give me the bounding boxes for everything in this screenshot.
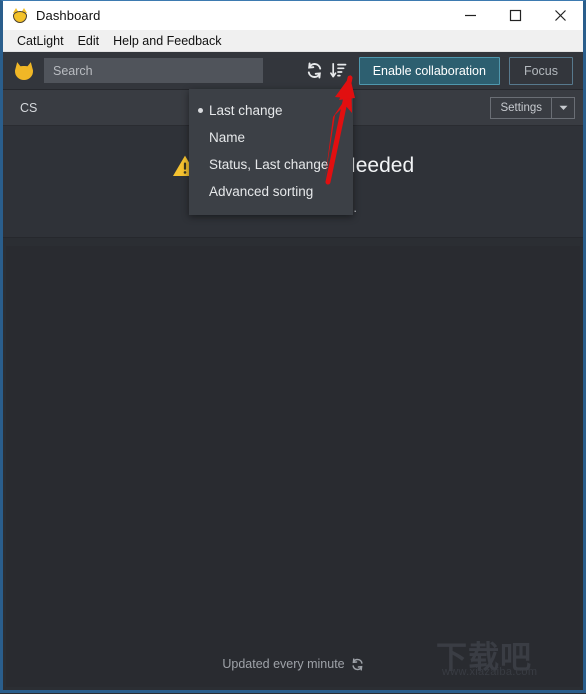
menu-item-help-and-feedback[interactable]: Help and Feedback [106, 32, 228, 50]
sort-menu-item-label: Last change [209, 103, 283, 118]
close-icon[interactable] [538, 1, 583, 30]
search-input[interactable] [44, 58, 263, 83]
menu-item-edit[interactable]: Edit [71, 32, 107, 50]
title-bar: Dashboard [3, 1, 583, 30]
sort-menu-item-advanced-sorting[interactable]: Advanced sorting [189, 178, 353, 205]
sort-menu-item-label: Name [209, 130, 246, 145]
refresh-icon[interactable] [351, 657, 364, 671]
sort-menu-item-name[interactable]: Name [189, 124, 353, 151]
sort-menu-item-label: Advanced sorting [209, 184, 314, 199]
footer-text: Updated every minute [222, 657, 345, 671]
settings-split-button: Settings [490, 96, 575, 119]
toolbar: Enable collaboration Focus [3, 52, 583, 90]
settings-button[interactable]: Settings [490, 96, 551, 119]
menu-bar: CatLight Edit Help and Feedback [3, 30, 583, 52]
dashboard-body: Updated every minute 下载吧 www.xiazaiba.co… [6, 246, 580, 687]
status-footer: Updated every minute [6, 657, 580, 671]
sort-menu-item-last-change[interactable]: Last change [189, 97, 353, 124]
window-controls [448, 1, 583, 30]
maximize-icon[interactable] [493, 1, 538, 30]
sort-dropdown-menu: Last change Name Status, Last change Adv… [189, 89, 353, 215]
selected-bullet-icon [198, 108, 203, 113]
chevron-down-icon[interactable] [551, 96, 575, 119]
enable-collaboration-button[interactable]: Enable collaboration [358, 56, 500, 85]
cat-icon [12, 7, 28, 24]
project-name: CS [20, 100, 38, 115]
sort-menu-item-status-last-change[interactable]: Status, Last change [189, 151, 353, 178]
sort-menu-item-label: Status, Last change [209, 157, 329, 172]
refresh-icon[interactable] [303, 58, 327, 84]
focus-button[interactable]: Focus [508, 56, 574, 85]
cat-logo-icon [11, 60, 37, 82]
minimize-icon[interactable] [448, 1, 493, 30]
app-window: Dashboard CatLight Edit Help and Feedbac… [0, 0, 586, 693]
window-title: Dashboard [36, 8, 101, 23]
menu-item-catlight[interactable]: CatLight [10, 32, 71, 50]
sort-descending-icon[interactable] [327, 58, 351, 84]
